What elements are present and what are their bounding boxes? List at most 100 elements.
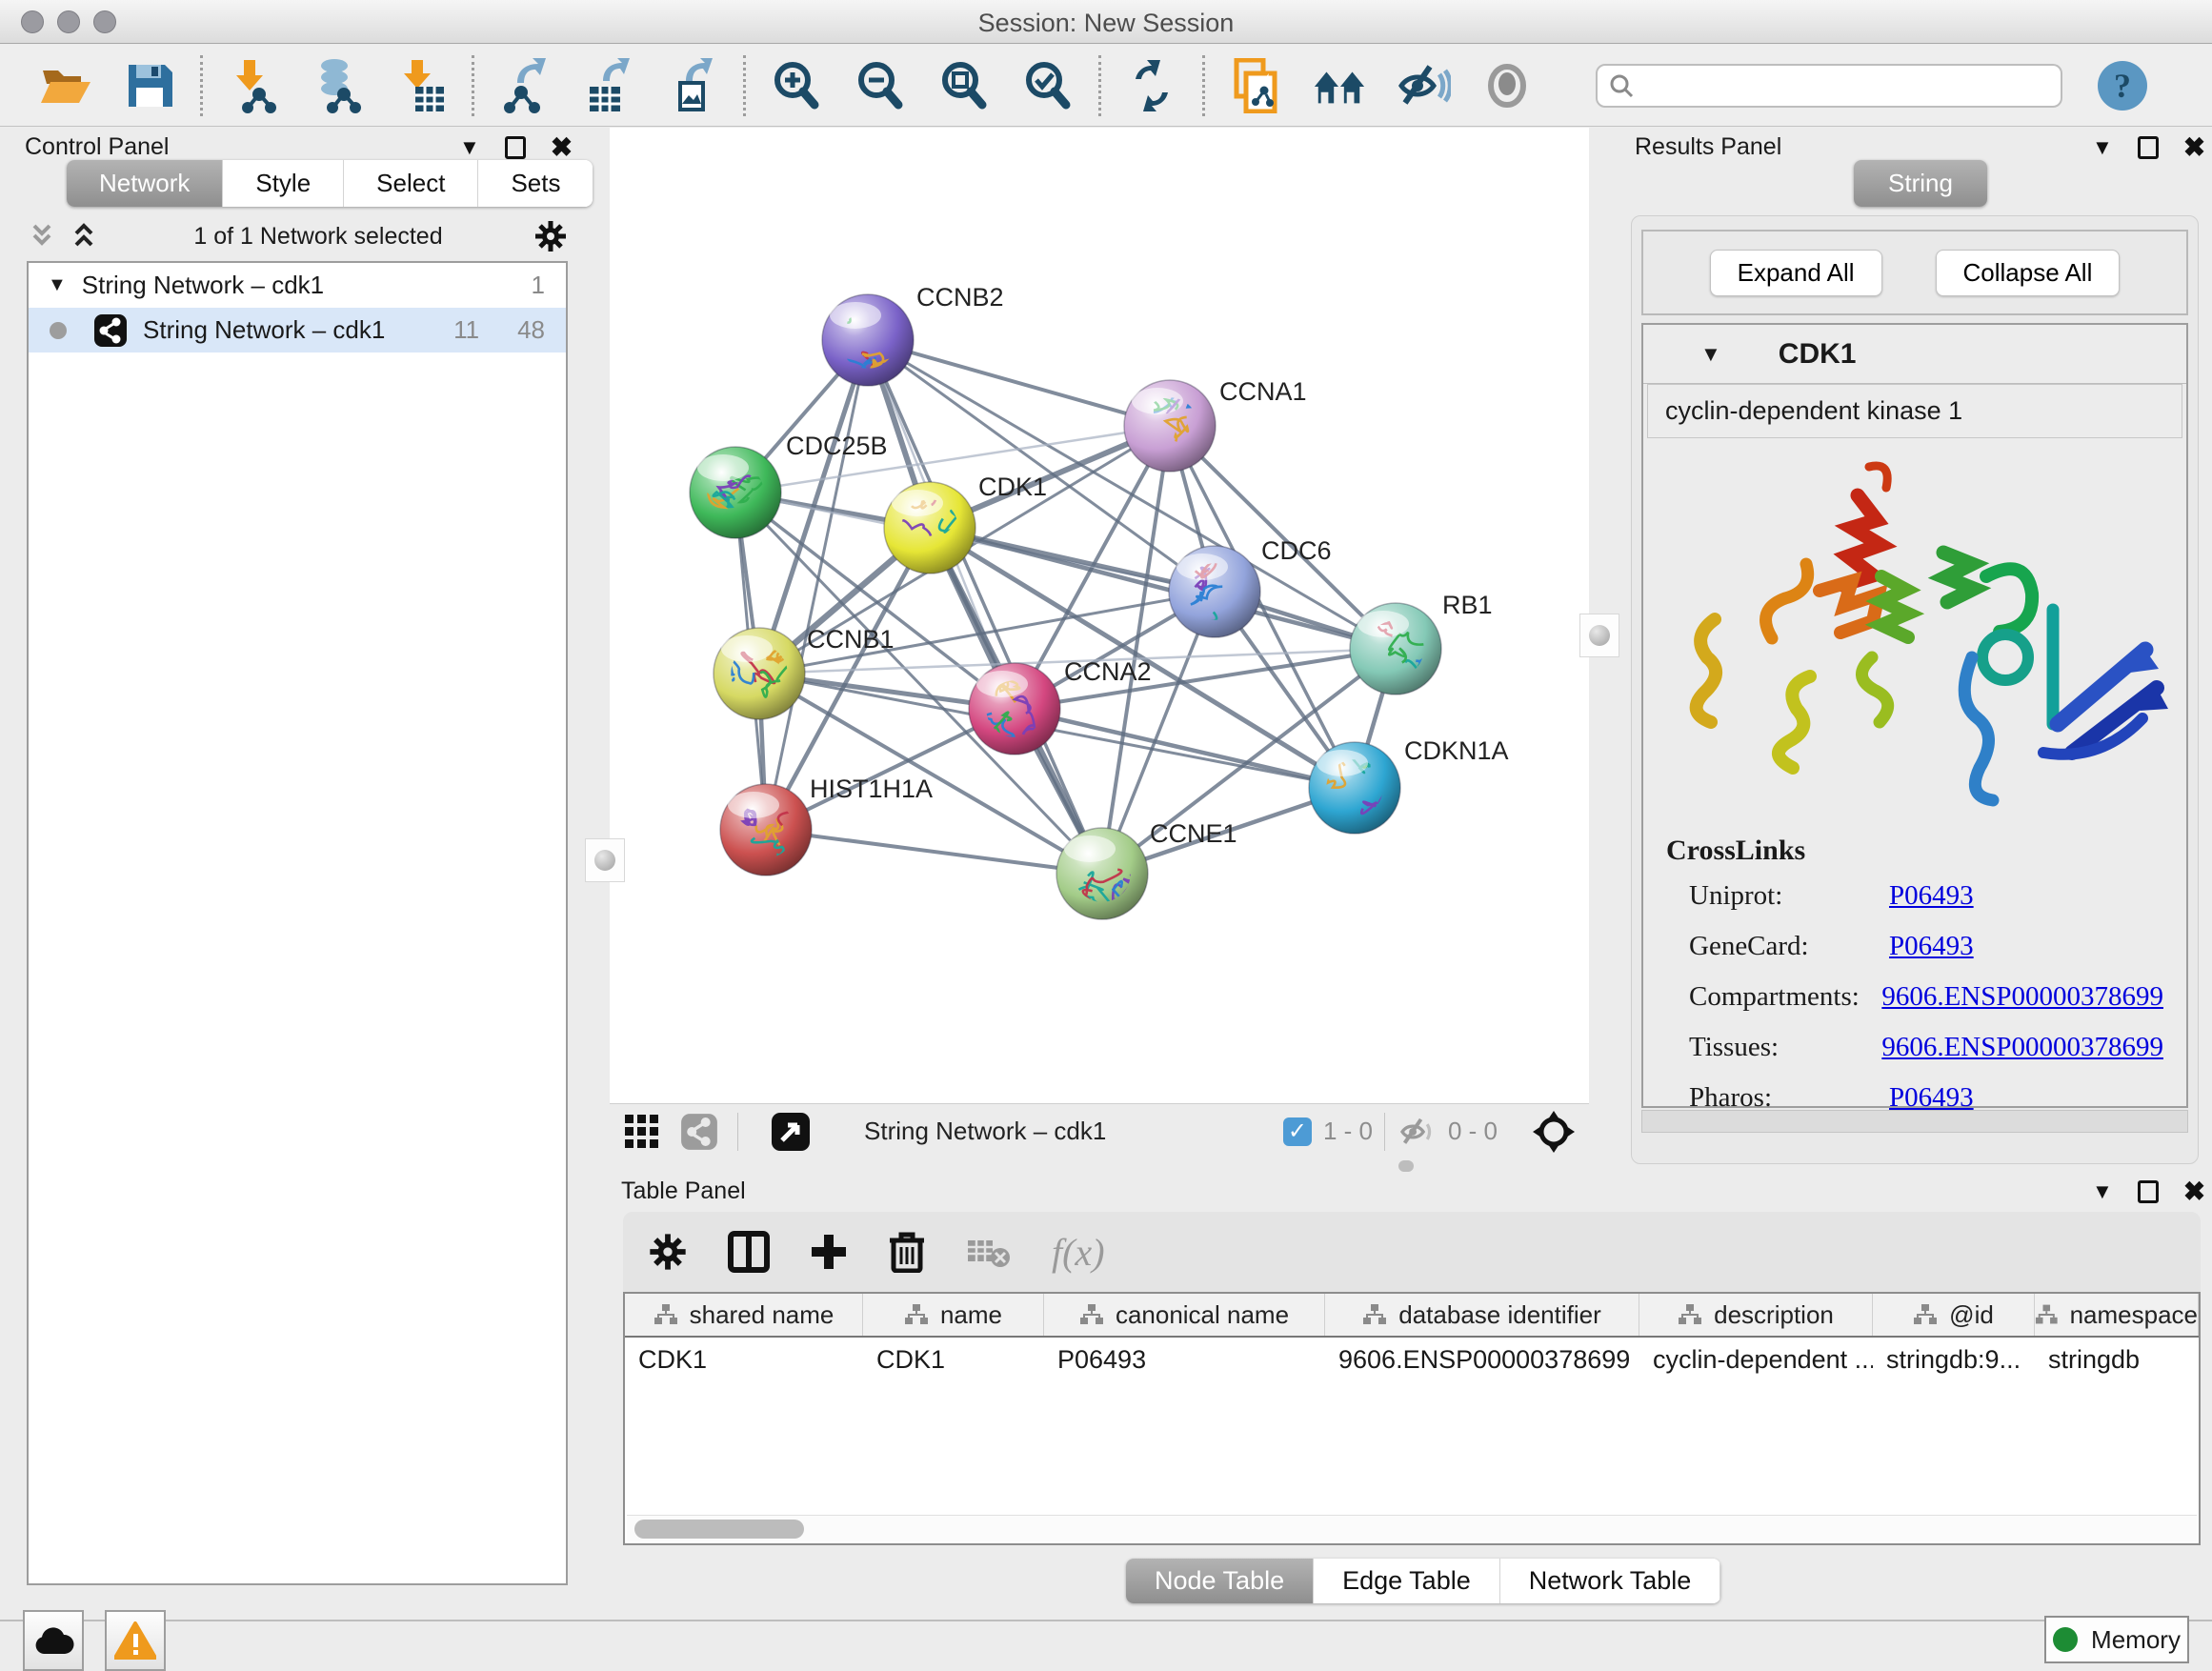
crosslink-link[interactable]: 9606.ENSP00000378699 — [1881, 1032, 2163, 1063]
network-node-CCNA1[interactable]: CCNA1 — [1124, 375, 1307, 472]
network-node-CDC6[interactable]: CDC6 — [1169, 536, 1332, 650]
node-label-RB1: RB1 — [1442, 591, 1493, 619]
table-cell[interactable]: 9606.ENSP00000378699 — [1325, 1338, 1639, 1383]
table-panel-menu-icon[interactable]: ▼ — [2092, 1179, 2113, 1204]
column-header-canonicalname[interactable]: canonical name — [1044, 1294, 1325, 1336]
tab-network[interactable]: Network — [67, 160, 223, 207]
crosslink-link[interactable]: 9606.ENSP00000378699 — [1881, 981, 2163, 1013]
column-header-name[interactable]: name — [863, 1294, 1044, 1336]
search-input[interactable] — [1643, 72, 2043, 99]
tab-select[interactable]: Select — [344, 160, 478, 207]
tab-node-table[interactable]: Node Table — [1126, 1559, 1314, 1603]
column-header-description[interactable]: description — [1639, 1294, 1873, 1336]
network-row-selected[interactable]: String Network – cdk1 11 48 — [29, 308, 566, 352]
control-panel-close-icon[interactable]: ✖ — [551, 131, 573, 163]
birdseye-navigator-icon[interactable] — [1532, 1110, 1576, 1154]
zoom-out-icon[interactable] — [853, 58, 908, 113]
expand-all-tree-icon[interactable] — [70, 222, 103, 251]
protein-structure-image — [1643, 438, 2186, 819]
results-panel-close-icon[interactable]: ✖ — [2183, 131, 2205, 163]
tab-network-table[interactable]: Network Table — [1500, 1559, 1721, 1603]
show-all-icon[interactable] — [1479, 58, 1535, 113]
import-network-file-icon[interactable] — [226, 58, 281, 113]
collapse-all-button[interactable]: Collapse All — [1936, 250, 2121, 296]
export-table-icon[interactable] — [581, 58, 636, 113]
string-view-icon[interactable] — [680, 1113, 718, 1151]
results-scrollbar[interactable] — [1641, 1110, 2188, 1133]
network-node-RB1[interactable]: RB1 — [1350, 591, 1493, 697]
collection-expand-icon[interactable]: ▼ — [48, 274, 67, 296]
warning-status-button[interactable] — [105, 1610, 166, 1671]
selected-checkbox-icon[interactable]: ✓ — [1283, 1117, 1312, 1146]
toolbar-search[interactable] — [1596, 64, 2062, 108]
zoom-selected-icon[interactable] — [1020, 58, 1076, 113]
create-column-icon[interactable] — [810, 1233, 848, 1271]
grid-view-icon[interactable] — [623, 1113, 661, 1151]
table-header-row: shared namenamecanonical namedatabase id… — [625, 1294, 2199, 1338]
crosslink-link[interactable]: P06493 — [1889, 931, 1974, 962]
network-node-CCNE1[interactable]: CCNE1 — [1056, 819, 1237, 919]
collapse-all-tree-icon[interactable] — [29, 222, 61, 251]
left-splitter-grip[interactable] — [585, 838, 625, 882]
network-options-gear-icon[interactable] — [533, 219, 568, 253]
table-hscrollbar[interactable] — [627, 1515, 2197, 1541]
hide-selected-icon[interactable] — [1396, 58, 1451, 113]
column-header-namespace[interactable]: namespace — [2035, 1294, 2199, 1336]
network-collection-row[interactable]: ▼ String Network – cdk1 1 — [29, 263, 566, 308]
network-node-HIST1H1A[interactable]: HIST1H1A — [720, 775, 933, 876]
tab-style[interactable]: Style — [223, 160, 344, 207]
network-view-toolbar: String Network – cdk1 ✓ 1 - 0 0 - 0 — [610, 1103, 1589, 1158]
function-builder-icon: f(x) — [1052, 1230, 1105, 1275]
column-header-databaseidentifier[interactable]: database identifier — [1325, 1294, 1639, 1336]
network-node-CDK1[interactable]: CDK1 — [875, 473, 1047, 574]
tab-string-results[interactable]: String — [1854, 160, 1987, 207]
zoom-fit-icon[interactable] — [936, 58, 992, 113]
control-panel-menu-icon[interactable]: ▼ — [459, 135, 480, 160]
delete-column-icon[interactable] — [888, 1231, 926, 1273]
table-hscroll-thumb[interactable] — [634, 1520, 804, 1539]
column-header-id[interactable]: @id — [1873, 1294, 2035, 1336]
export-image-icon[interactable] — [665, 58, 720, 113]
table-tabs: Node TableEdge TableNetwork Table — [1126, 1559, 1720, 1603]
memory-button[interactable]: Memory — [2044, 1616, 2189, 1663]
help-icon[interactable]: ? — [2095, 58, 2150, 113]
tab-edge-table[interactable]: Edge Table — [1314, 1559, 1500, 1603]
protein-card-cdk1: ▼ CDK1 cyclin-dependent kinase 1 — [1641, 323, 2188, 1108]
right-splitter-grip[interactable] — [1579, 614, 1619, 657]
results-panel-menu-icon[interactable]: ▼ — [2092, 135, 2113, 160]
detach-view-icon[interactable] — [771, 1112, 811, 1152]
table-cell[interactable]: CDK1 — [625, 1338, 863, 1383]
table-panel-close-icon[interactable]: ✖ — [2183, 1176, 2205, 1207]
cloud-status-button[interactable] — [23, 1610, 84, 1671]
import-table-file-icon[interactable] — [393, 58, 449, 113]
control-panel-float-icon[interactable] — [505, 136, 526, 159]
crosslink-link[interactable]: P06493 — [1889, 880, 1974, 912]
node-table[interactable]: shared namenamecanonical namedatabase id… — [623, 1292, 2201, 1545]
apply-layout-icon[interactable] — [1124, 58, 1179, 113]
expand-all-button[interactable]: Expand All — [1710, 250, 1882, 296]
export-network-icon[interactable] — [497, 58, 553, 113]
table-cell[interactable]: P06493 — [1044, 1338, 1325, 1383]
network-node-CCNB2[interactable]: CCNB2 — [822, 283, 1004, 398]
table-options-gear-icon[interactable] — [648, 1232, 688, 1272]
table-cell[interactable]: stringdb:9... — [1873, 1338, 2035, 1383]
table-cell[interactable]: cyclin-dependent ... — [1639, 1338, 1873, 1383]
zoom-in-icon[interactable] — [769, 58, 824, 113]
table-cell[interactable]: CDK1 — [863, 1338, 1044, 1383]
network-node-CDKN1A[interactable]: CDKN1A — [1309, 719, 1509, 834]
open-session-icon[interactable] — [38, 58, 93, 113]
protein-collapse-icon[interactable]: ▼ — [1700, 342, 1721, 367]
tab-sets[interactable]: Sets — [478, 160, 593, 207]
clone-network-icon[interactable] — [1228, 58, 1283, 113]
results-panel-float-icon[interactable] — [2138, 136, 2159, 159]
table-row[interactable]: CDK1CDK1P064939606.ENSP00000378699cyclin… — [625, 1338, 2199, 1383]
bottom-splitter-grip[interactable] — [1398, 1160, 1414, 1172]
import-network-database-icon[interactable] — [310, 58, 365, 113]
network-canvas[interactable]: CCNB2CCNA1CDC25BCDK1CDC6RB1CCNB1CCNA2CDK… — [610, 128, 1589, 1103]
table-panel-float-icon[interactable] — [2138, 1180, 2159, 1203]
column-header-sharedname[interactable]: shared name — [625, 1294, 863, 1336]
show-columns-icon[interactable] — [728, 1231, 770, 1273]
first-neighbors-icon[interactable] — [1312, 58, 1367, 113]
table-cell[interactable]: stringdb — [2035, 1338, 2199, 1383]
save-session-icon[interactable] — [122, 58, 177, 113]
